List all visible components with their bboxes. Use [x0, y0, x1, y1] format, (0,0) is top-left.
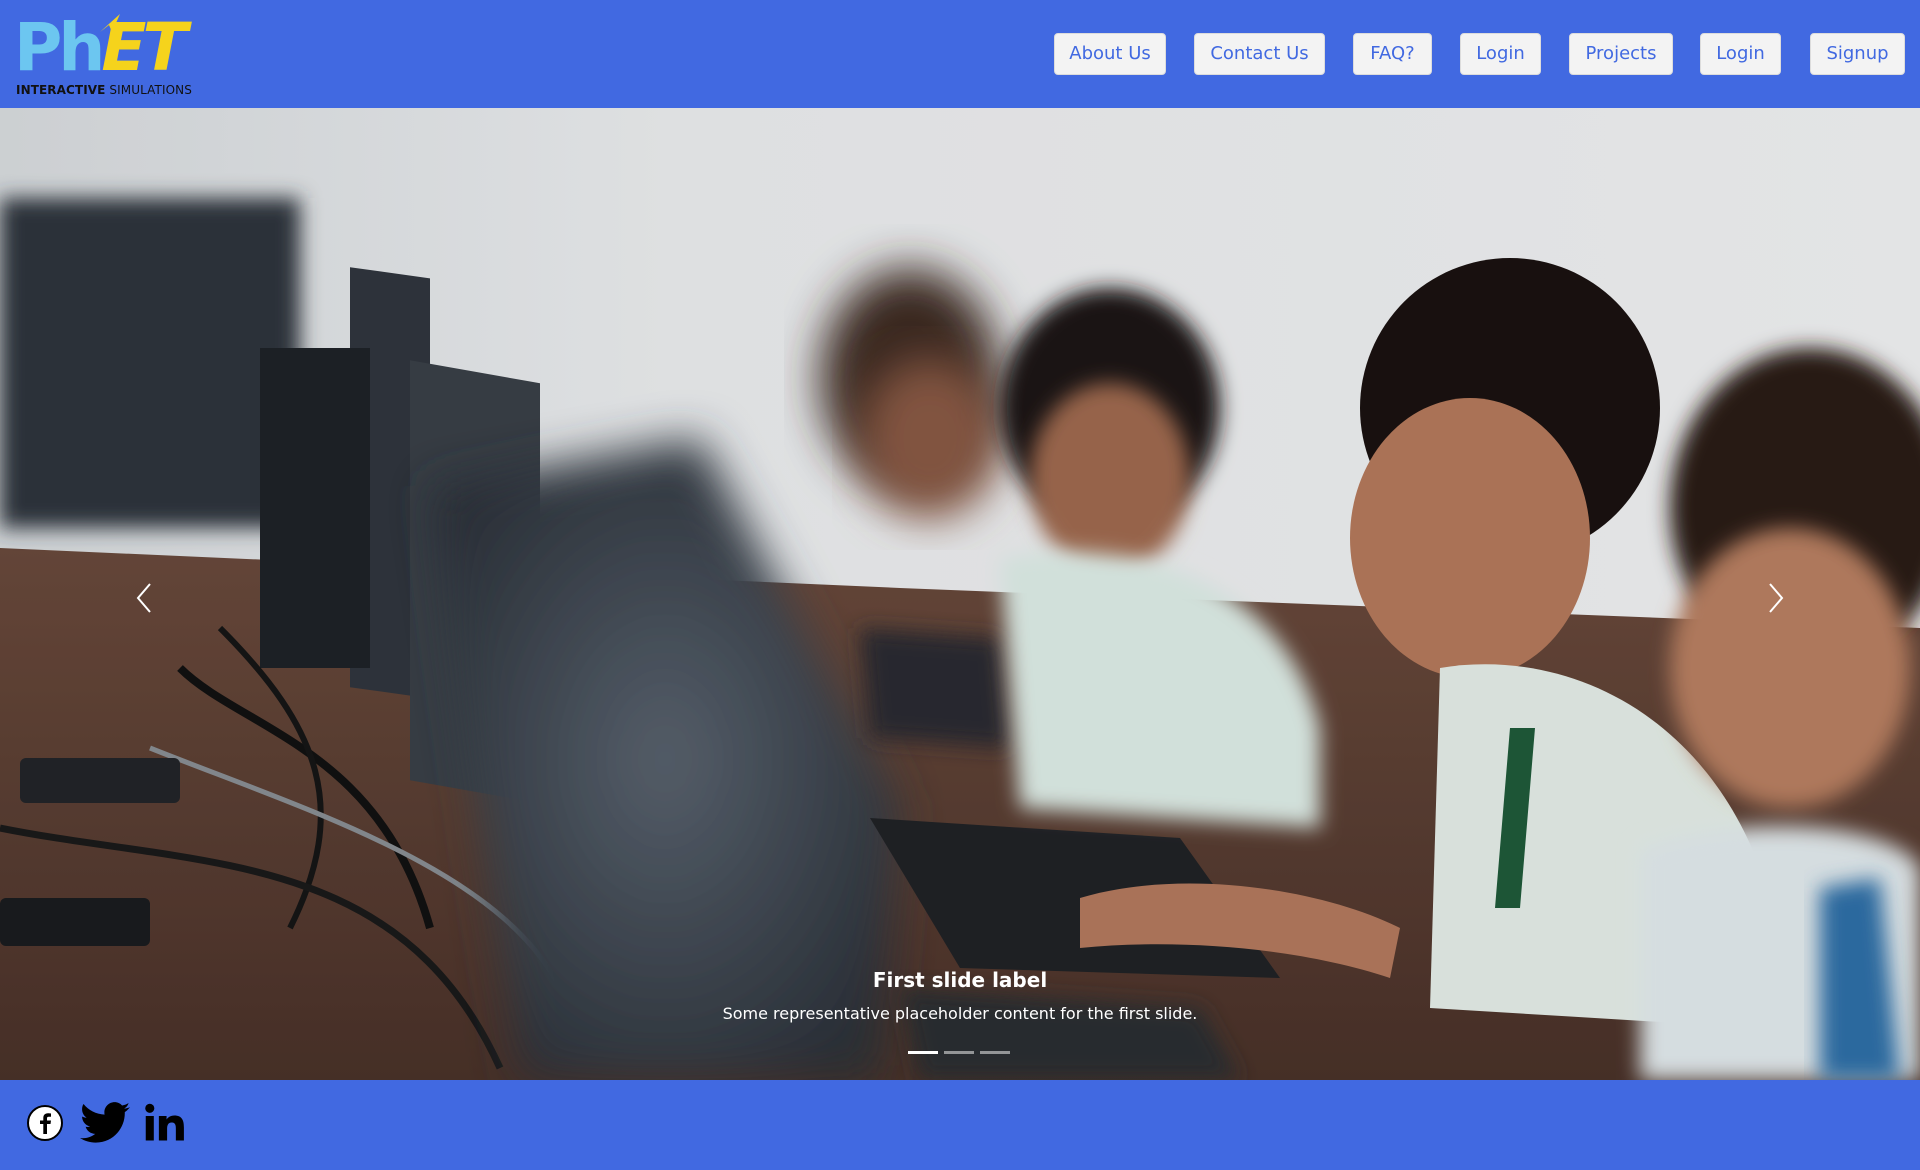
- logo-wordmark: PhET: [14, 9, 187, 86]
- slide-image: [0, 108, 1920, 1080]
- slide-caption-title: First slide label: [872, 968, 1048, 992]
- nav-login-button[interactable]: Login: [1460, 33, 1541, 75]
- logo-tagline: INTERACTIVE SIMULATIONS: [16, 83, 192, 97]
- facebook-link[interactable]: [26, 1104, 64, 1146]
- phet-logo[interactable]: PhET INTERACTIVE SIMULATIONS: [14, 12, 204, 98]
- carousel-indicator-2[interactable]: [944, 1051, 974, 1054]
- nav-signup-button[interactable]: Signup: [1810, 33, 1905, 75]
- facebook-icon: [27, 1105, 63, 1141]
- chevron-left-icon: [136, 583, 151, 613]
- carousel-indicator-1[interactable]: [908, 1051, 938, 1054]
- hero-carousel: First slide label Some representative pl…: [0, 108, 1920, 1080]
- carousel-prev-button[interactable]: [124, 568, 164, 628]
- linkedin-link[interactable]: [144, 1102, 186, 1148]
- site-footer: [0, 1080, 1920, 1170]
- nav-about-us-button[interactable]: About Us: [1054, 33, 1166, 75]
- slide-caption-text: Some representative placeholder content …: [722, 1004, 1198, 1023]
- twitter-icon: [80, 1102, 130, 1143]
- nav-login-button-2[interactable]: Login: [1700, 33, 1781, 75]
- twitter-link[interactable]: [80, 1102, 130, 1148]
- carousel-indicator-3[interactable]: [980, 1051, 1010, 1054]
- nav-faq-button[interactable]: FAQ?: [1353, 33, 1432, 75]
- site-header: PhET INTERACTIVE SIMULATIONS About Us Co…: [0, 0, 1920, 108]
- linkedin-icon: [145, 1103, 184, 1141]
- chevron-right-icon: [1769, 583, 1784, 613]
- nav-contact-us-button[interactable]: Contact Us: [1194, 33, 1325, 75]
- nav-projects-button[interactable]: Projects: [1569, 33, 1673, 75]
- carousel-next-button[interactable]: [1756, 568, 1796, 628]
